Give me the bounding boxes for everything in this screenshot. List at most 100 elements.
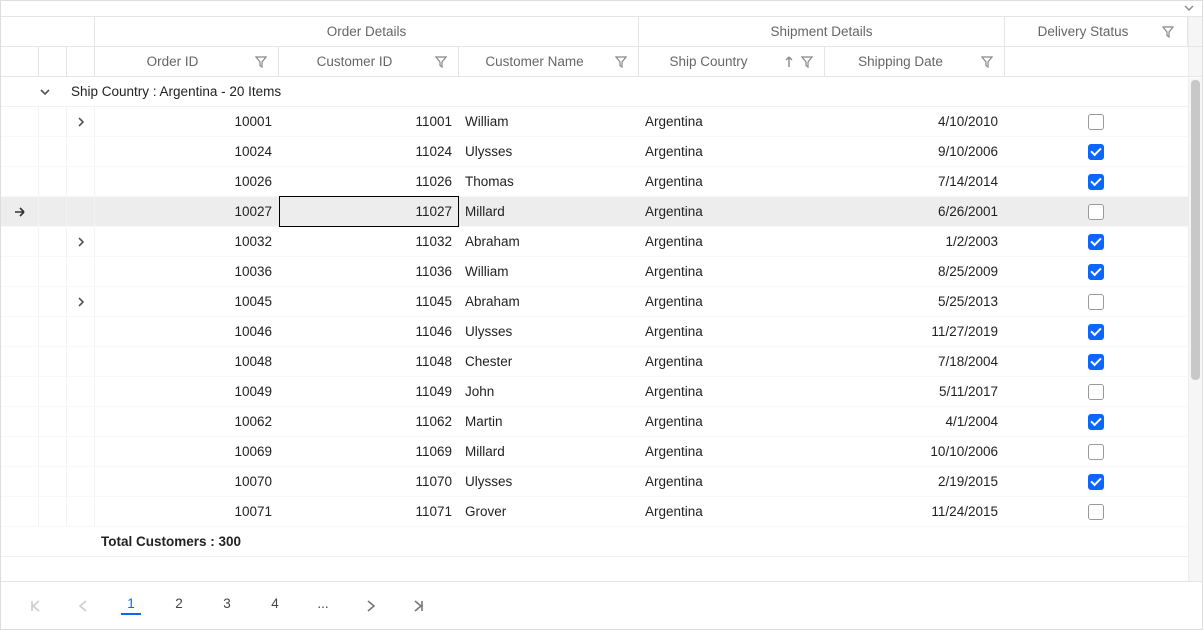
table-row[interactable]: 1004611046UlyssesArgentina11/27/2019	[1, 317, 1202, 347]
cell-customer-id[interactable]: 11048	[279, 347, 459, 376]
delivery-checkbox[interactable]	[1088, 414, 1104, 430]
cell-shipping-date[interactable]: 6/26/2001	[825, 197, 1005, 226]
cell-order-id[interactable]: 10045	[95, 287, 279, 316]
group-row[interactable]: Ship Country : Argentina - 20 Items	[1, 77, 1202, 107]
cell-ship-country[interactable]: Argentina	[639, 137, 825, 166]
pager-page-2[interactable]: 2	[169, 596, 189, 615]
cell-customer-id[interactable]: 11062	[279, 407, 459, 436]
cell-delivery-status[interactable]	[1005, 317, 1188, 346]
cell-customer-id[interactable]: 11032	[279, 227, 459, 256]
delivery-checkbox[interactable]	[1088, 114, 1104, 130]
delivery-checkbox[interactable]	[1088, 324, 1104, 340]
cell-delivery-status[interactable]	[1005, 257, 1188, 286]
filter-icon[interactable]	[614, 55, 628, 69]
column-header-customer-id[interactable]: Customer ID	[279, 47, 459, 76]
cell-customer-id[interactable]: 11001	[279, 107, 459, 136]
cell-customer-name[interactable]: William	[459, 257, 639, 286]
table-row[interactable]: 1000111001WilliamArgentina4/10/2010	[1, 107, 1202, 137]
pager-page-4[interactable]: 4	[265, 596, 285, 615]
header-group-shipment-details[interactable]: Shipment Details	[639, 17, 1005, 46]
chevron-right-icon[interactable]	[76, 237, 86, 247]
table-row[interactable]: 1007111071GroverArgentina11/24/2015	[1, 497, 1202, 527]
filter-icon[interactable]	[980, 55, 994, 69]
cell-order-id[interactable]: 10049	[95, 377, 279, 406]
table-row[interactable]: 1003611036WilliamArgentina8/25/2009	[1, 257, 1202, 287]
pager-page-1[interactable]: 1	[121, 596, 141, 615]
cell-order-id[interactable]: 10071	[95, 497, 279, 526]
cell-shipping-date[interactable]: 7/18/2004	[825, 347, 1005, 376]
cell-delivery-status[interactable]	[1005, 497, 1188, 526]
cell-delivery-status[interactable]	[1005, 467, 1188, 496]
delivery-checkbox[interactable]	[1088, 354, 1104, 370]
column-header-customer-name[interactable]: Customer Name	[459, 47, 639, 76]
cell-ship-country[interactable]: Argentina	[639, 317, 825, 346]
cell-shipping-date[interactable]: 1/2/2003	[825, 227, 1005, 256]
cell-customer-id[interactable]: 11069	[279, 437, 459, 466]
cell-customer-name[interactable]: Millard	[459, 437, 639, 466]
cell-ship-country[interactable]: Argentina	[639, 437, 825, 466]
table-row[interactable]: 1004911049JohnArgentina5/11/2017	[1, 377, 1202, 407]
cell-customer-name[interactable]: Ulysses	[459, 317, 639, 346]
table-row[interactable]: 1002711027MillardArgentina6/26/2001	[1, 197, 1202, 227]
delivery-checkbox[interactable]	[1088, 384, 1104, 400]
table-row[interactable]: 1003211032AbrahamArgentina1/2/2003	[1, 227, 1202, 257]
cell-shipping-date[interactable]: 8/25/2009	[825, 257, 1005, 286]
cell-ship-country[interactable]: Argentina	[639, 257, 825, 286]
cell-customer-name[interactable]: John	[459, 377, 639, 406]
cell-order-id[interactable]: 10001	[95, 107, 279, 136]
cell-shipping-date[interactable]: 2/19/2015	[825, 467, 1005, 496]
cell-shipping-date[interactable]: 9/10/2006	[825, 137, 1005, 166]
cell-customer-id[interactable]: 11045	[279, 287, 459, 316]
scrollbar-thumb[interactable]	[1191, 80, 1200, 380]
cell-delivery-status[interactable]	[1005, 377, 1188, 406]
filter-icon[interactable]	[800, 55, 814, 69]
cell-delivery-status[interactable]	[1005, 437, 1188, 466]
cell-delivery-status[interactable]	[1005, 137, 1188, 166]
cell-customer-name[interactable]: Abraham	[459, 227, 639, 256]
cell-order-id[interactable]: 10027	[95, 197, 279, 226]
delivery-checkbox[interactable]	[1088, 444, 1104, 460]
cell-shipping-date[interactable]: 11/27/2019	[825, 317, 1005, 346]
column-header-order-id[interactable]: Order ID	[95, 47, 279, 76]
cell-customer-name[interactable]: William	[459, 107, 639, 136]
cell-delivery-status[interactable]	[1005, 197, 1188, 226]
cell-shipping-date[interactable]: 11/24/2015	[825, 497, 1005, 526]
cell-delivery-status[interactable]	[1005, 407, 1188, 436]
cell-order-id[interactable]: 10036	[95, 257, 279, 286]
table-row[interactable]: 1006211062MartinArgentina4/1/2004	[1, 407, 1202, 437]
cell-order-id[interactable]: 10069	[95, 437, 279, 466]
cell-order-id[interactable]: 10024	[95, 137, 279, 166]
cell-ship-country[interactable]: Argentina	[639, 467, 825, 496]
cell-customer-name[interactable]: Ulysses	[459, 137, 639, 166]
table-row[interactable]: 1007011070UlyssesArgentina2/19/2015	[1, 467, 1202, 497]
cell-order-id[interactable]: 10026	[95, 167, 279, 196]
filter-icon[interactable]	[434, 55, 448, 69]
cell-customer-id[interactable]: 11024	[279, 137, 459, 166]
cell-customer-id[interactable]: 11046	[279, 317, 459, 346]
cell-customer-name[interactable]: Chester	[459, 347, 639, 376]
cell-order-id[interactable]: 10062	[95, 407, 279, 436]
cell-delivery-status[interactable]	[1005, 347, 1188, 376]
delivery-checkbox[interactable]	[1088, 174, 1104, 190]
cell-customer-id[interactable]: 11049	[279, 377, 459, 406]
delivery-checkbox[interactable]	[1088, 474, 1104, 490]
pager-next-button[interactable]	[361, 594, 381, 618]
cell-customer-name[interactable]: Abraham	[459, 287, 639, 316]
cell-ship-country[interactable]: Argentina	[639, 167, 825, 196]
table-row[interactable]: 1004811048ChesterArgentina7/18/2004	[1, 347, 1202, 377]
cell-customer-name[interactable]: Thomas	[459, 167, 639, 196]
cell-delivery-status[interactable]	[1005, 107, 1188, 136]
cell-shipping-date[interactable]: 4/1/2004	[825, 407, 1005, 436]
cell-shipping-date[interactable]: 7/14/2014	[825, 167, 1005, 196]
cell-customer-id[interactable]: 11026	[279, 167, 459, 196]
delivery-checkbox[interactable]	[1088, 204, 1104, 220]
cell-ship-country[interactable]: Argentina	[639, 347, 825, 376]
cell-delivery-status[interactable]	[1005, 287, 1188, 316]
cell-ship-country[interactable]: Argentina	[639, 197, 825, 226]
cell-customer-name[interactable]: Grover	[459, 497, 639, 526]
cell-customer-name[interactable]: Martin	[459, 407, 639, 436]
column-header-ship-country[interactable]: Ship Country	[639, 47, 825, 76]
group-collapse-icon[interactable]	[39, 86, 67, 98]
column-header-shipping-date[interactable]: Shipping Date	[825, 47, 1005, 76]
detail-expander[interactable]	[67, 287, 95, 316]
